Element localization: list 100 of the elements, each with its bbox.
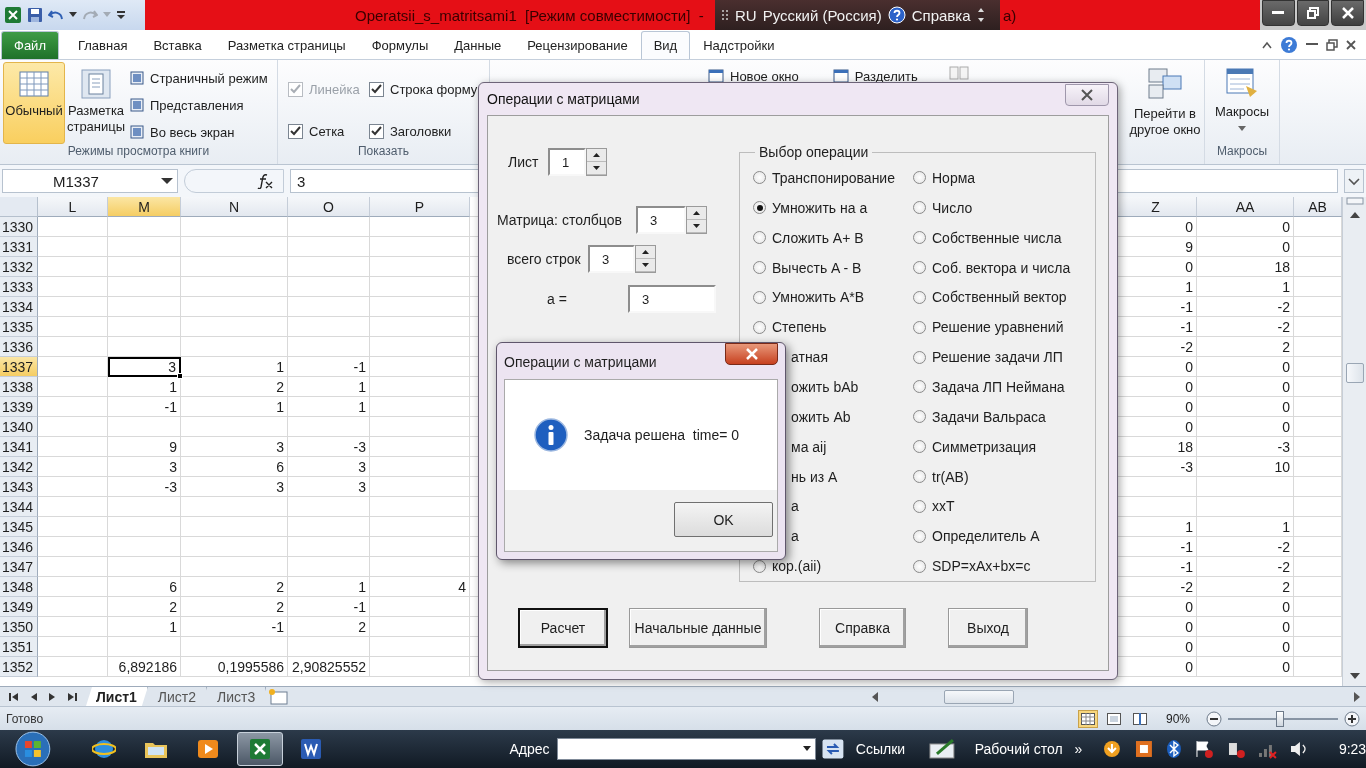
row-header[interactable]: 1335 bbox=[0, 317, 38, 337]
spin-down-icon[interactable] bbox=[642, 263, 649, 267]
help-icon[interactable] bbox=[887, 6, 906, 24]
empty-cell[interactable] bbox=[1197, 477, 1294, 497]
previous-sheet-icon[interactable] bbox=[29, 691, 38, 702]
close-icon[interactable] bbox=[1346, 40, 1356, 50]
desktop-toolbar[interactable]: Рабочий стол bbox=[974, 741, 1063, 757]
row-header[interactable]: 1331 bbox=[0, 237, 38, 257]
ribbon-tab[interactable]: Данные bbox=[441, 31, 515, 59]
address-field[interactable] bbox=[557, 738, 816, 760]
window-option-button[interactable]: Разделить bbox=[829, 65, 921, 87]
row-header[interactable]: 1350 bbox=[0, 617, 38, 637]
empty-cell[interactable] bbox=[370, 297, 470, 317]
checkbox[interactable] bbox=[369, 81, 384, 97]
empty-cell[interactable] bbox=[370, 637, 470, 657]
dialog-button[interactable]: Выход bbox=[948, 608, 1028, 648]
ribbon-tab[interactable]: Рецензирование bbox=[514, 31, 641, 59]
empty-cell[interactable] bbox=[370, 597, 470, 617]
radio-option[interactable]: Сложить A+ B bbox=[753, 222, 913, 253]
collapse-ribbon-icon[interactable] bbox=[1262, 41, 1272, 49]
input-field[interactable]: 3 bbox=[628, 285, 716, 313]
empty-cell[interactable] bbox=[370, 477, 470, 497]
radio-button[interactable] bbox=[913, 231, 926, 245]
close-button[interactable] bbox=[1065, 84, 1109, 106]
zoom-level[interactable]: 90% bbox=[1156, 711, 1200, 726]
empty-cell[interactable] bbox=[370, 617, 470, 637]
row-header[interactable]: 1349 bbox=[0, 597, 38, 617]
row-header[interactable]: 1334 bbox=[0, 297, 38, 317]
empty-cell[interactable] bbox=[108, 257, 181, 277]
empty-cell[interactable] bbox=[288, 317, 370, 337]
radio-button[interactable] bbox=[753, 231, 766, 245]
radio-option[interactable]: Умножить A*B bbox=[753, 282, 913, 313]
zoom-in-icon[interactable] bbox=[1344, 710, 1360, 727]
dialog-button[interactable]: Расчет bbox=[518, 608, 608, 648]
radio-button[interactable] bbox=[913, 440, 926, 454]
pen-icon[interactable] bbox=[928, 738, 957, 760]
row-header[interactable]: 1345 bbox=[0, 517, 38, 537]
empty-cell[interactable] bbox=[181, 497, 288, 517]
radio-button[interactable] bbox=[753, 261, 766, 274]
radio-option[interactable]: Число bbox=[913, 192, 1093, 223]
expand-icon[interactable] bbox=[976, 7, 985, 23]
radio-button[interactable] bbox=[753, 320, 766, 334]
first-sheet-icon[interactable] bbox=[9, 691, 20, 702]
checkbox-option[interactable]: Заголовки bbox=[369, 118, 489, 144]
close-button[interactable] bbox=[725, 343, 778, 365]
empty-cell[interactable] bbox=[108, 337, 181, 357]
empty-cell[interactable] bbox=[288, 257, 370, 277]
app-tray-icon[interactable] bbox=[1134, 739, 1154, 759]
view-option-button[interactable]: Во весь экран bbox=[127, 121, 271, 143]
empty-cell[interactable] bbox=[288, 497, 370, 517]
radio-button[interactable] bbox=[913, 410, 926, 424]
row-header[interactable]: 1330 bbox=[0, 217, 38, 237]
column-header[interactable]: P bbox=[370, 197, 470, 217]
row-header[interactable]: 1351 bbox=[0, 637, 38, 657]
empty-cell[interactable] bbox=[370, 657, 470, 677]
empty-cell[interactable] bbox=[1197, 497, 1294, 517]
links-toolbar[interactable]: Ссылки bbox=[855, 741, 906, 757]
dialog-button[interactable]: Начальные данные bbox=[629, 608, 767, 648]
spin-up-icon[interactable] bbox=[693, 211, 700, 215]
empty-cell[interactable] bbox=[288, 337, 370, 357]
dropdown-icon[interactable] bbox=[803, 746, 811, 752]
row-header[interactable]: 1343 bbox=[0, 477, 38, 497]
zoom-out-icon[interactable] bbox=[1206, 710, 1222, 727]
empty-cell[interactable] bbox=[370, 217, 470, 237]
row-header[interactable]: 1341 bbox=[0, 437, 38, 457]
row-header[interactable]: 1332 bbox=[0, 257, 38, 277]
empty-cell[interactable] bbox=[181, 417, 288, 437]
radio-button[interactable] bbox=[753, 290, 766, 304]
row-header[interactable]: 1333 bbox=[0, 277, 38, 297]
empty-cell[interactable] bbox=[288, 537, 370, 557]
empty-cell[interactable] bbox=[370, 497, 470, 517]
zoom-slider[interactable] bbox=[1228, 710, 1338, 727]
radio-option[interactable]: Собственный вектор bbox=[913, 282, 1093, 313]
radio-option[interactable]: Умножить на a bbox=[753, 192, 913, 223]
radio-option[interactable]: SDP=xAx+bx=c bbox=[913, 551, 1093, 582]
empty-cell[interactable] bbox=[370, 257, 470, 277]
input-field[interactable]: 3 bbox=[588, 245, 635, 273]
empty-cell[interactable] bbox=[108, 297, 181, 317]
radio-option[interactable]: Транспонирование bbox=[753, 163, 913, 193]
spin-button[interactable] bbox=[686, 206, 707, 234]
row-header[interactable]: 1352 bbox=[0, 657, 38, 677]
radio-option[interactable]: Решение уравнений bbox=[913, 312, 1093, 343]
empty-cell[interactable] bbox=[288, 217, 370, 237]
radio-option[interactable]: Задача ЛП Неймана bbox=[913, 372, 1093, 402]
row-header[interactable]: 1344 bbox=[0, 497, 38, 517]
ribbon-tab[interactable]: Вставка bbox=[140, 31, 215, 59]
minimize-button[interactable] bbox=[1262, 0, 1295, 26]
view-mode-button[interactable]: Разметка страницы bbox=[67, 62, 125, 144]
radio-button[interactable] bbox=[753, 171, 766, 185]
vertical-scrollbar[interactable] bbox=[1342, 197, 1366, 686]
view-mode-button[interactable]: Обычный bbox=[3, 62, 65, 144]
spin-button[interactable] bbox=[635, 245, 656, 273]
radio-button[interactable] bbox=[913, 529, 926, 543]
radio-button[interactable] bbox=[753, 201, 766, 215]
spin-button[interactable] bbox=[586, 148, 607, 176]
go-icon[interactable] bbox=[822, 739, 844, 759]
radio-button[interactable] bbox=[913, 320, 926, 334]
empty-cell[interactable] bbox=[108, 217, 181, 237]
radio-option[interactable]: tr(AB) bbox=[913, 461, 1093, 492]
empty-cell[interactable] bbox=[288, 517, 370, 537]
